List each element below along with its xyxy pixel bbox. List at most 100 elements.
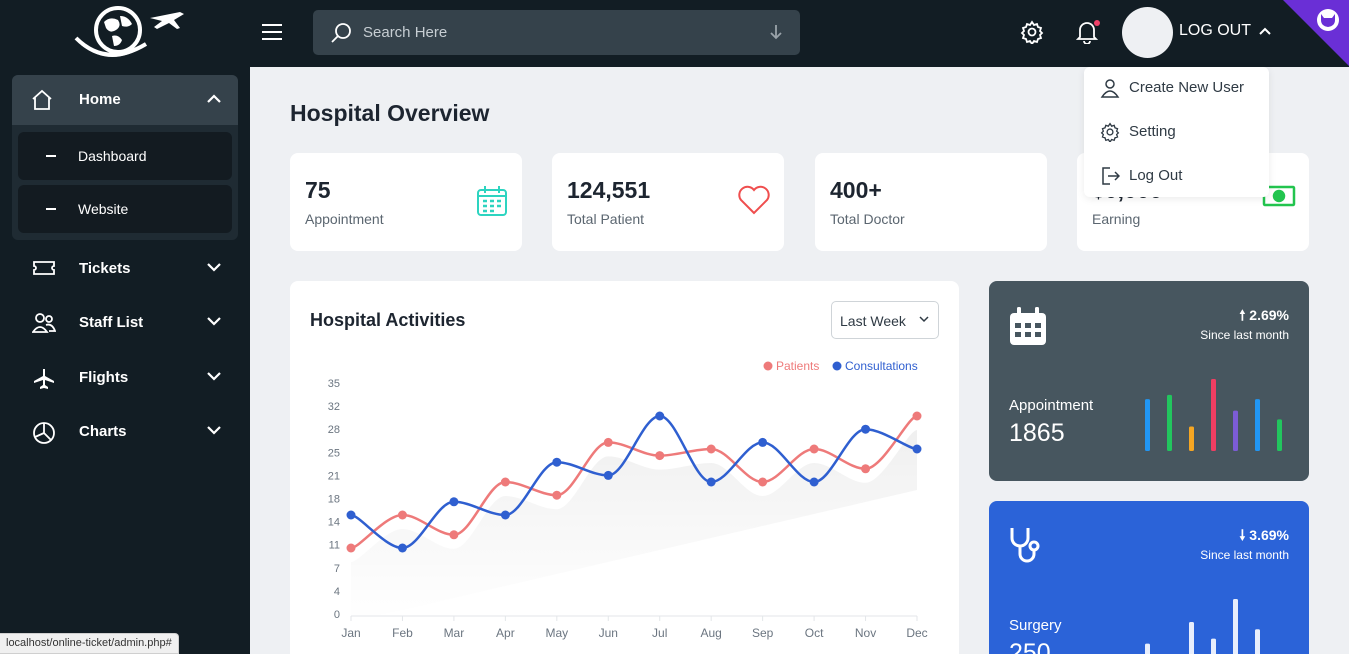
- data-point[interactable]: [397, 510, 407, 520]
- user-menu-label[interactable]: LOG OUT: [1179, 22, 1251, 40]
- y-tick-label: 11: [329, 540, 340, 552]
- legend-label: Patients: [776, 359, 819, 373]
- since-label: Since last month: [1200, 328, 1289, 342]
- stethoscope-icon: [1010, 528, 1040, 563]
- data-point[interactable]: [500, 477, 510, 487]
- card-value: 1865: [1009, 419, 1065, 447]
- x-tick-label: Jul: [652, 626, 667, 640]
- data-point[interactable]: [449, 497, 459, 507]
- sidebar-item-label: Tickets: [79, 260, 131, 277]
- github-corner-icon[interactable]: [1283, 0, 1349, 66]
- arrow-up-icon: 🠕: [1239, 307, 1246, 323]
- calendar-icon: [1010, 307, 1046, 345]
- stat-card-total-doctor: 400+ Total Doctor: [815, 153, 1047, 251]
- chevron-up-icon[interactable]: [1258, 26, 1272, 36]
- search-input[interactable]: [363, 10, 753, 55]
- menu-item-create-new-user[interactable]: Create New User: [1084, 73, 1269, 103]
- percent-change: 🠗 3.69%: [1239, 525, 1289, 549]
- mini-bar: [1255, 629, 1260, 654]
- x-tick-label: Jun: [599, 626, 618, 640]
- mini-bar: [1233, 410, 1238, 451]
- x-tick-label: Jan: [341, 626, 360, 640]
- search-bar: [313, 10, 800, 55]
- chevron-down-icon[interactable]: [206, 424, 222, 436]
- menu-item-setting[interactable]: Setting: [1084, 117, 1269, 147]
- chevron-up-icon[interactable]: [206, 93, 222, 105]
- menu-item-label: Create New User: [1129, 79, 1245, 96]
- data-point[interactable]: [346, 543, 356, 553]
- arrow-down-icon[interactable]: [769, 23, 783, 41]
- mini-bar: [1189, 426, 1194, 451]
- sidebar-item-home[interactable]: Home: [12, 75, 238, 125]
- sidebar-subitem-label: Dashboard: [78, 148, 147, 164]
- sidebar-subitem-label: Website: [78, 201, 129, 217]
- data-point[interactable]: [809, 444, 819, 454]
- data-point[interactable]: [449, 530, 459, 540]
- appointment-summary-card: 🠕 2.69% Since last month Appointment 186…: [989, 281, 1309, 481]
- data-point[interactable]: [861, 424, 871, 434]
- data-point[interactable]: [758, 437, 768, 447]
- data-point[interactable]: [912, 444, 922, 454]
- y-tick-label: 35: [328, 378, 340, 390]
- sidebar-item-tickets[interactable]: Tickets: [12, 249, 238, 289]
- avatar[interactable]: [1122, 7, 1173, 58]
- percent-value: 2.69%: [1249, 307, 1289, 323]
- sidebar-subitem-dashboard[interactable]: Dashboard: [18, 132, 232, 180]
- stat-label: Appointment: [305, 211, 384, 227]
- data-point[interactable]: [809, 477, 819, 487]
- y-tick-label: 32: [328, 401, 340, 413]
- sidebar-subitem-website[interactable]: Website: [18, 185, 232, 233]
- page-title: Hospital Overview: [290, 100, 490, 126]
- hamburger-menu-icon[interactable]: [261, 23, 283, 41]
- topbar: LOG OUT: [250, 0, 1349, 67]
- data-point[interactable]: [603, 470, 613, 480]
- chevron-down-icon[interactable]: [206, 315, 222, 327]
- percent-value: 3.69%: [1249, 527, 1289, 543]
- card-label: Appointment: [1009, 397, 1094, 414]
- chevron-down-icon[interactable]: [206, 261, 222, 273]
- sidebar-item-flights[interactable]: Flights: [12, 358, 238, 398]
- y-tick-label: 7: [334, 563, 340, 575]
- x-tick-label: Nov: [855, 626, 876, 640]
- data-point[interactable]: [655, 411, 665, 421]
- y-tick-label: 28: [328, 424, 340, 436]
- data-point[interactable]: [500, 510, 510, 520]
- y-tick-label: 0: [334, 609, 340, 621]
- sidebar-item-charts[interactable]: Charts: [12, 412, 238, 452]
- data-point[interactable]: [397, 543, 407, 553]
- sidebar-item-staff-list[interactable]: Staff List: [12, 303, 238, 343]
- mini-bar: [1145, 399, 1150, 451]
- data-point[interactable]: [655, 451, 665, 461]
- mini-bar: [1167, 394, 1172, 451]
- heart-icon: [738, 185, 770, 215]
- ticket-icon: [33, 261, 55, 275]
- x-tick-label: Feb: [392, 626, 413, 640]
- data-point[interactable]: [706, 477, 716, 487]
- data-point[interactable]: [552, 490, 562, 500]
- data-point[interactable]: [861, 464, 871, 474]
- data-point[interactable]: [603, 437, 613, 447]
- travel-logo-icon[interactable]: [68, 2, 190, 64]
- mini-bar: [1277, 419, 1282, 451]
- x-tick-label: Sep: [752, 626, 774, 640]
- x-tick-label: May: [545, 626, 568, 640]
- sidebar-item-label: Flights: [79, 369, 129, 386]
- search-icon: [331, 23, 351, 43]
- data-point[interactable]: [552, 457, 562, 467]
- stat-label: Total Patient: [567, 211, 645, 227]
- menu-item-log-out[interactable]: Log Out: [1084, 161, 1269, 191]
- chevron-down-icon[interactable]: [206, 370, 222, 382]
- sidebar: Home Dashboard Website Tickets Staff Lis…: [0, 0, 250, 654]
- hospital-activities-chart: Patients Consultations 35 32 28 25 21 18 14 11 7 4…: [328, 359, 928, 640]
- x-tick-label: Mar: [444, 626, 465, 640]
- data-point[interactable]: [912, 411, 922, 421]
- data-point[interactable]: [706, 444, 716, 454]
- data-point[interactable]: [346, 510, 356, 520]
- gear-icon[interactable]: [1020, 20, 1044, 44]
- sidebar-item-label: Home: [79, 91, 121, 108]
- user-dropdown-menu: Create New User Setting Log Out: [1084, 67, 1269, 197]
- stat-label: Earning: [1092, 211, 1141, 227]
- sidebar-item-label: Staff List: [79, 314, 144, 331]
- data-point[interactable]: [758, 477, 768, 487]
- mini-bar: [1211, 638, 1216, 654]
